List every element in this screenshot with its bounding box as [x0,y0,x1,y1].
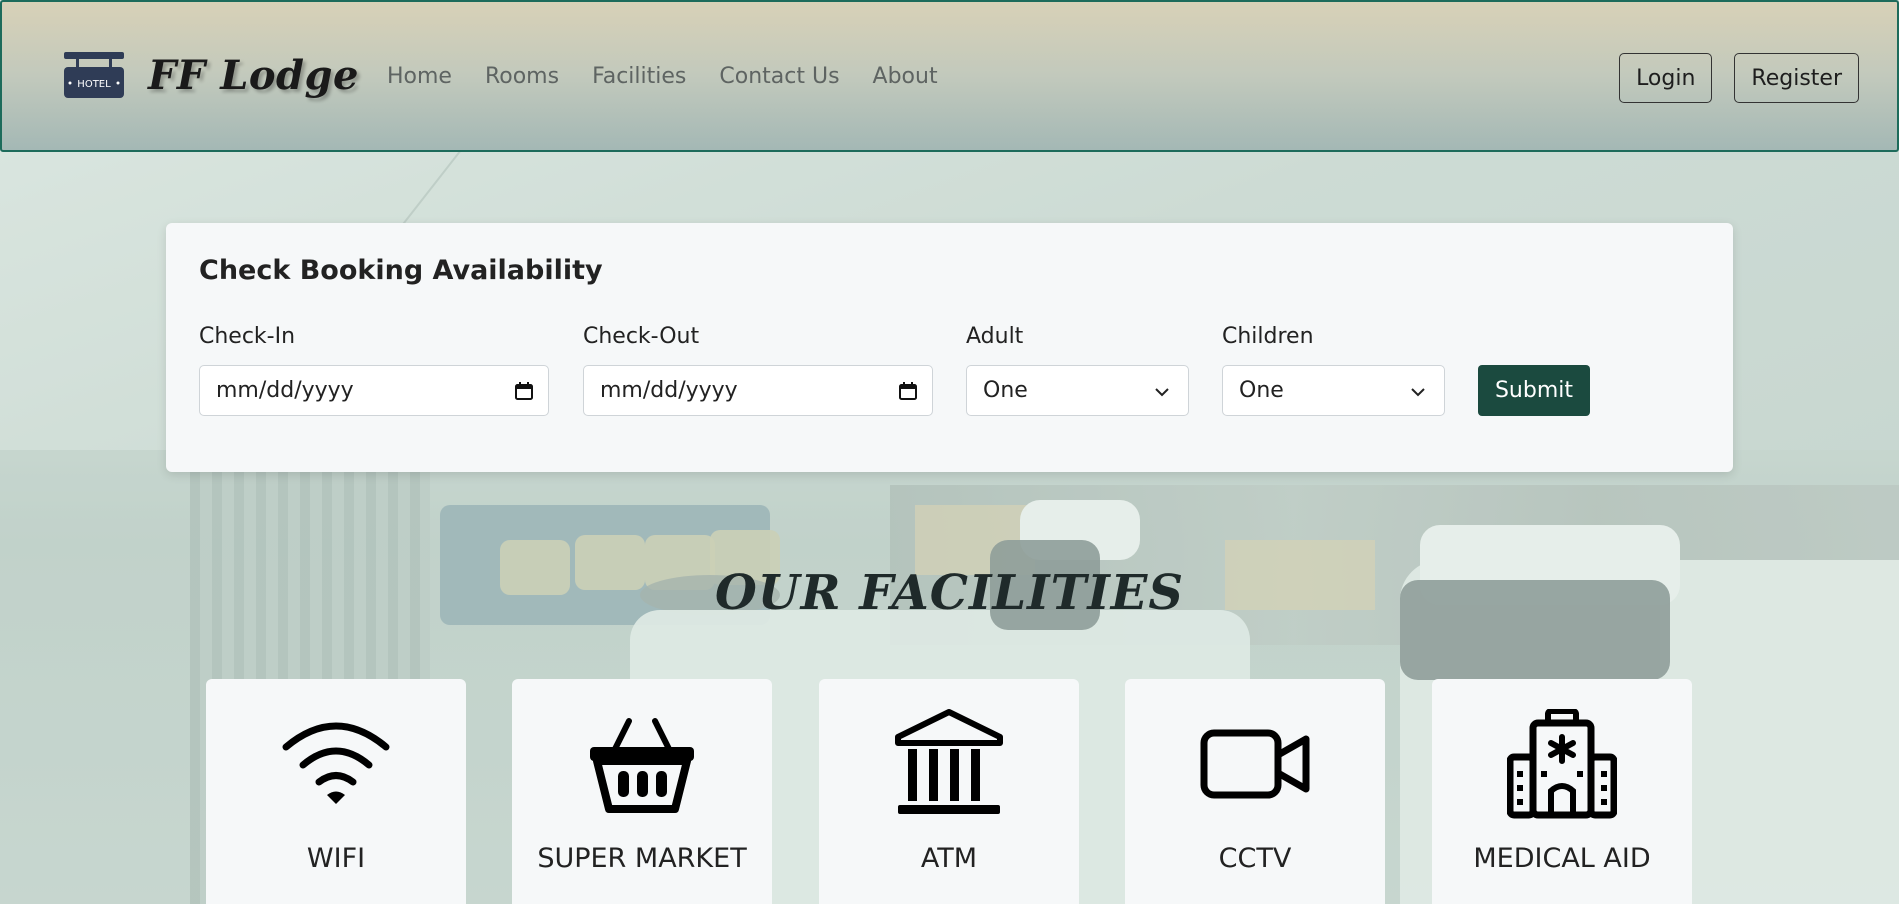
facility-label: CCTV [1218,843,1292,874]
facilities-title: OUR FACILITIES [714,565,1185,621]
booking-title: Check Booking Availability [199,255,603,286]
brand[interactable]: HOTEL FF Lodge [62,50,359,100]
calendar-icon[interactable] [514,381,534,401]
booking-card: Check Booking Availability Check-In mm/d… [166,223,1733,472]
register-button[interactable]: Register [1734,53,1859,103]
nav-facilities-link[interactable]: Facilities [592,64,686,89]
calendar-icon[interactable] [898,381,918,401]
nav-home-link[interactable]: Home [387,64,452,89]
checkout-date-input[interactable]: mm/dd/yyyy [583,365,933,416]
checkout-value: mm/dd/yyyy [600,378,738,403]
video-camera-icon [1200,709,1310,819]
checkout-label: Check-Out [583,324,700,349]
navbar: HOTEL FF Lodge Home Rooms Facilities Con… [0,0,1899,152]
hospital-icon [1506,708,1618,819]
adult-select[interactable]: One [966,365,1189,416]
facility-card-atm[interactable]: ATM [819,679,1079,904]
nav-links: Home Rooms Facilities Contact Us About [387,64,938,89]
wifi-icon [281,709,391,819]
facility-label: MEDICAL AID [1473,843,1651,874]
nav-rooms-link[interactable]: Rooms [485,64,559,89]
submit-button[interactable]: Submit [1478,365,1590,416]
basket-icon [587,709,697,819]
facility-card-cctv[interactable]: CCTV [1125,679,1385,904]
checkin-label: Check-In [199,324,296,349]
facility-label: WIFI [306,843,366,874]
facility-card-wifi[interactable]: WIFI [206,679,466,904]
logo-text: HOTEL [77,79,111,90]
login-button[interactable]: Login [1619,53,1713,103]
facility-label: ATM [920,843,978,874]
checkin-date-input[interactable]: mm/dd/yyyy [199,365,549,416]
facility-label: SUPER MARKET [537,843,747,874]
auth-buttons: Login Register [1619,53,1859,103]
children-select[interactable]: One [1222,365,1445,416]
children-label: Children [1222,324,1314,349]
brand-name: FF Lodge [148,51,359,99]
facility-card-supermarket[interactable]: SUPER MARKET [512,679,772,904]
bank-icon [894,709,1004,819]
facility-card-medical[interactable]: MEDICAL AID [1432,679,1692,904]
adult-label: Adult [966,324,1024,349]
chevron-down-icon [1154,378,1170,403]
hotel-sign-icon: HOTEL [62,50,126,100]
checkin-value: mm/dd/yyyy [216,378,354,403]
children-value: One [1239,378,1284,403]
nav-about-link[interactable]: About [873,64,938,89]
chevron-down-icon [1410,378,1426,403]
adult-value: One [983,378,1028,403]
nav-contact-link[interactable]: Contact Us [719,64,839,89]
